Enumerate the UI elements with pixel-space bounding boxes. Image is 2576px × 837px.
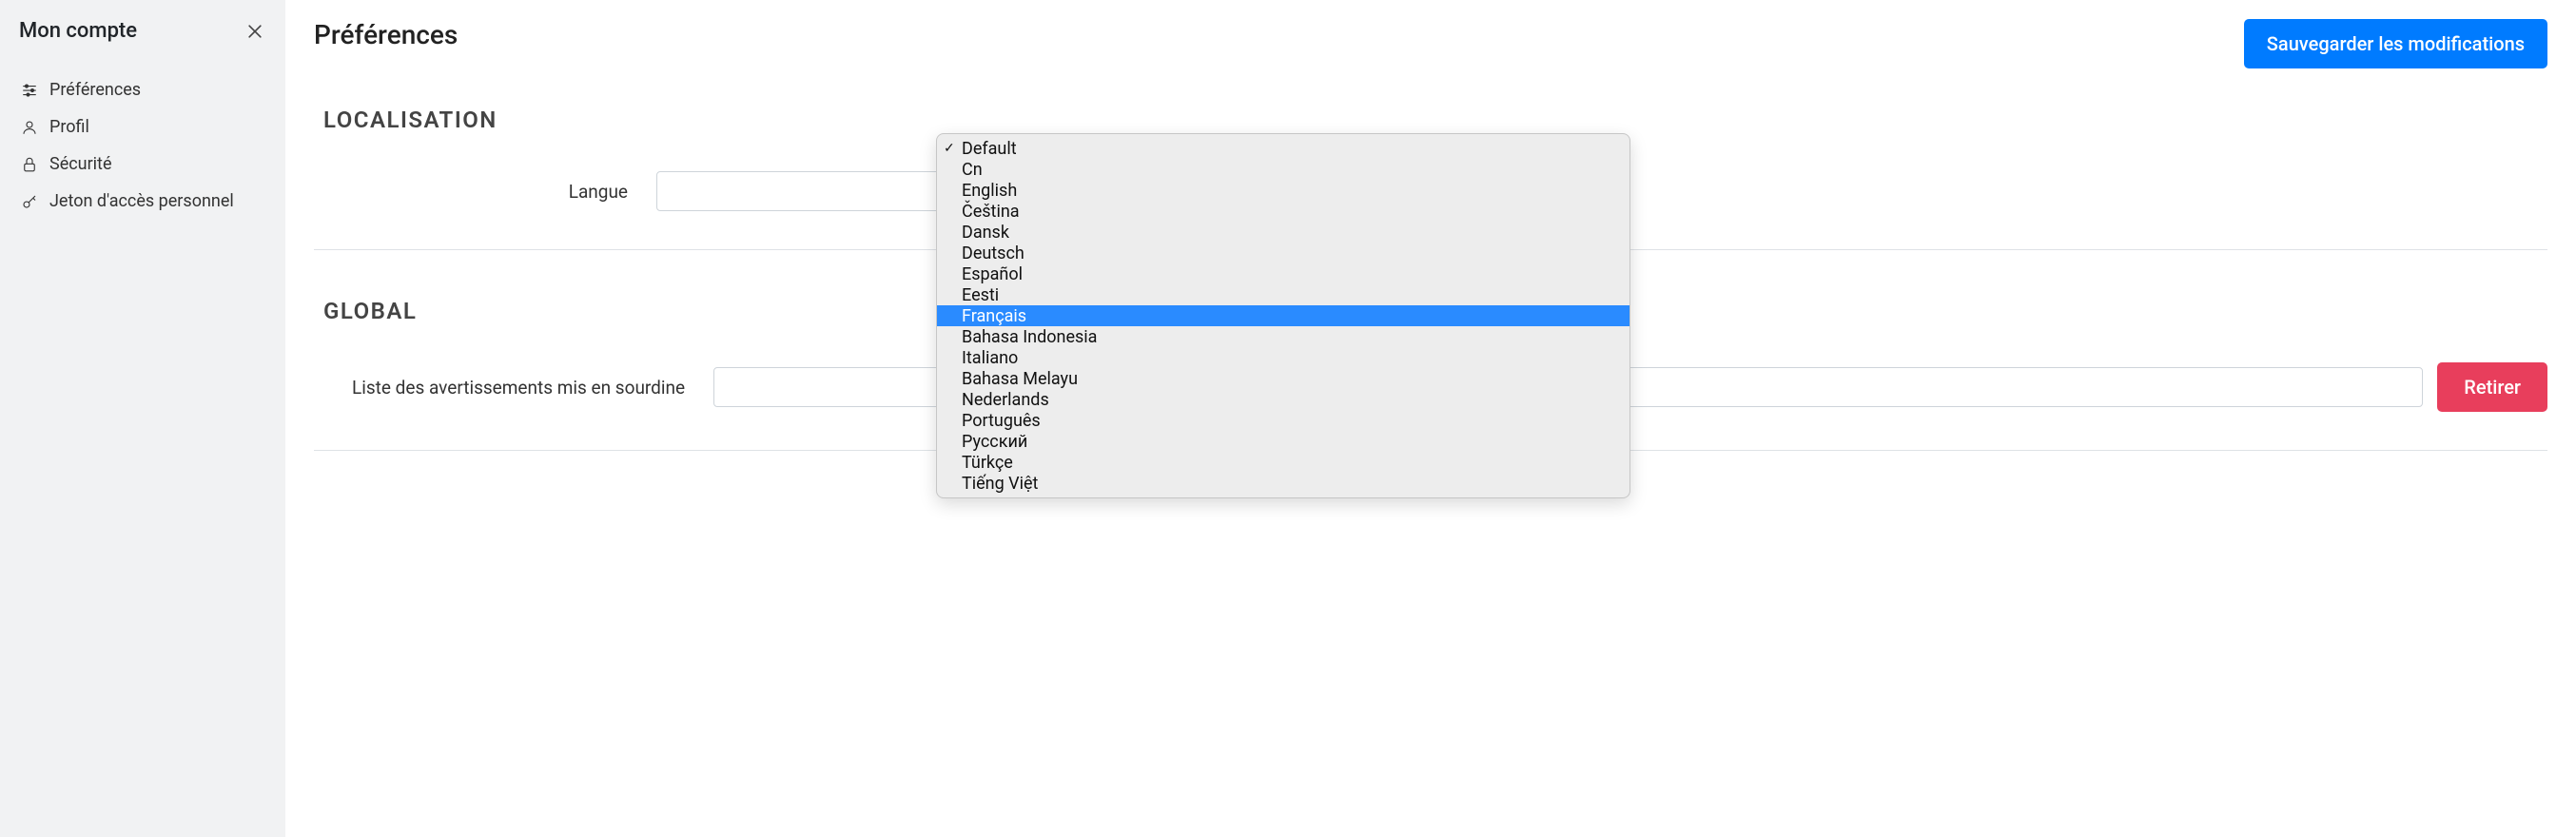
page-title: Préférences <box>314 19 458 50</box>
sidebar-item-preferences[interactable]: Préférences <box>0 71 285 108</box>
dropdown-option-label: Bahasa Indonesia <box>962 327 1097 347</box>
dropdown-option[interactable]: Deutsch <box>937 243 1630 263</box>
dropdown-option-label: Русский <box>962 432 1027 452</box>
dropdown-option[interactable]: Čeština <box>937 201 1630 222</box>
dropdown-option-label: Español <box>962 264 1023 284</box>
dropdown-option[interactable]: Русский <box>937 431 1630 452</box>
sidebar-item-label: Jeton d'accès personnel <box>49 191 234 211</box>
sidebar-header: Mon compte <box>0 19 285 71</box>
dropdown-option-label: English <box>962 181 1017 201</box>
dropdown-option-label: Bahasa Melayu <box>962 369 1078 389</box>
check-icon: ✓ <box>944 141 955 156</box>
muted-warnings-label: Liste des avertissements mis en sourdine <box>352 377 685 399</box>
dropdown-option[interactable]: Español <box>937 263 1630 284</box>
remove-button[interactable]: Retirer <box>2437 362 2547 412</box>
dropdown-option[interactable]: Bahasa Indonesia <box>937 326 1630 347</box>
dropdown-option-label: Eesti <box>962 285 999 305</box>
dropdown-option-label: Türkçe <box>962 453 1013 473</box>
sidebar-item-profile[interactable]: Profil <box>0 108 285 146</box>
save-button[interactable]: Sauvegarder les modifications <box>2244 19 2547 68</box>
dropdown-option[interactable]: Italiano <box>937 347 1630 368</box>
dropdown-option[interactable]: English <box>937 180 1630 201</box>
section-title-localisation: LOCALISATION <box>314 107 2547 133</box>
dropdown-option[interactable]: Português <box>937 410 1630 431</box>
lock-icon <box>19 156 40 173</box>
dropdown-option-label: Português <box>962 411 1041 431</box>
close-icon[interactable] <box>244 22 266 41</box>
sidebar-item-label: Profil <box>49 117 89 137</box>
sidebar-item-label: Sécurité <box>49 154 112 174</box>
dropdown-option-label: Tiếng Việt <box>962 474 1038 494</box>
dropdown-option[interactable]: Türkçe <box>937 452 1630 473</box>
dropdown-option[interactable]: Dansk <box>937 222 1630 243</box>
dropdown-option-label: Italiano <box>962 348 1018 368</box>
main-content: Préférences Sauvegarder les modification… <box>285 0 2576 837</box>
sidebar-title: Mon compte <box>19 19 137 43</box>
dropdown-option-label: Default <box>962 139 1017 159</box>
dropdown-option-label: Deutsch <box>962 243 1025 263</box>
sliders-icon <box>19 82 40 99</box>
key-icon <box>19 193 40 210</box>
dropdown-option[interactable]: ✓ Default <box>937 138 1630 159</box>
dropdown-option[interactable]: Eesti <box>937 284 1630 305</box>
dropdown-option[interactable]: Nederlands <box>937 389 1630 410</box>
dropdown-option[interactable]: Français <box>937 305 1630 326</box>
dropdown-option-label: Français <box>962 306 1026 326</box>
sidebar-items: Préférences Profil Sécurité Jeton d'accè… <box>0 71 285 220</box>
dropdown-option-label: Cn <box>962 160 983 180</box>
dropdown-option[interactable]: Tiếng Việt <box>937 473 1630 494</box>
dropdown-option-label: Dansk <box>962 223 1009 243</box>
language-dropdown[interactable]: ✓ DefaultCnEnglishČeštinaDanskDeutschEspa… <box>936 133 1630 498</box>
dropdown-option-label: Čeština <box>962 202 1020 222</box>
dropdown-option-label: Nederlands <box>962 390 1049 410</box>
sidebar-item-security[interactable]: Sécurité <box>0 146 285 183</box>
sidebar-item-token[interactable]: Jeton d'accès personnel <box>0 183 285 220</box>
dropdown-option[interactable]: Bahasa Melayu <box>937 368 1630 389</box>
main-header: Préférences Sauvegarder les modification… <box>314 19 2547 68</box>
language-label: Langue <box>352 181 628 203</box>
sidebar-item-label: Préférences <box>49 80 141 100</box>
dropdown-option[interactable]: Cn <box>937 159 1630 180</box>
user-icon <box>19 119 40 136</box>
sidebar: Mon compte Préférences Profil Sécurité <box>0 0 285 837</box>
